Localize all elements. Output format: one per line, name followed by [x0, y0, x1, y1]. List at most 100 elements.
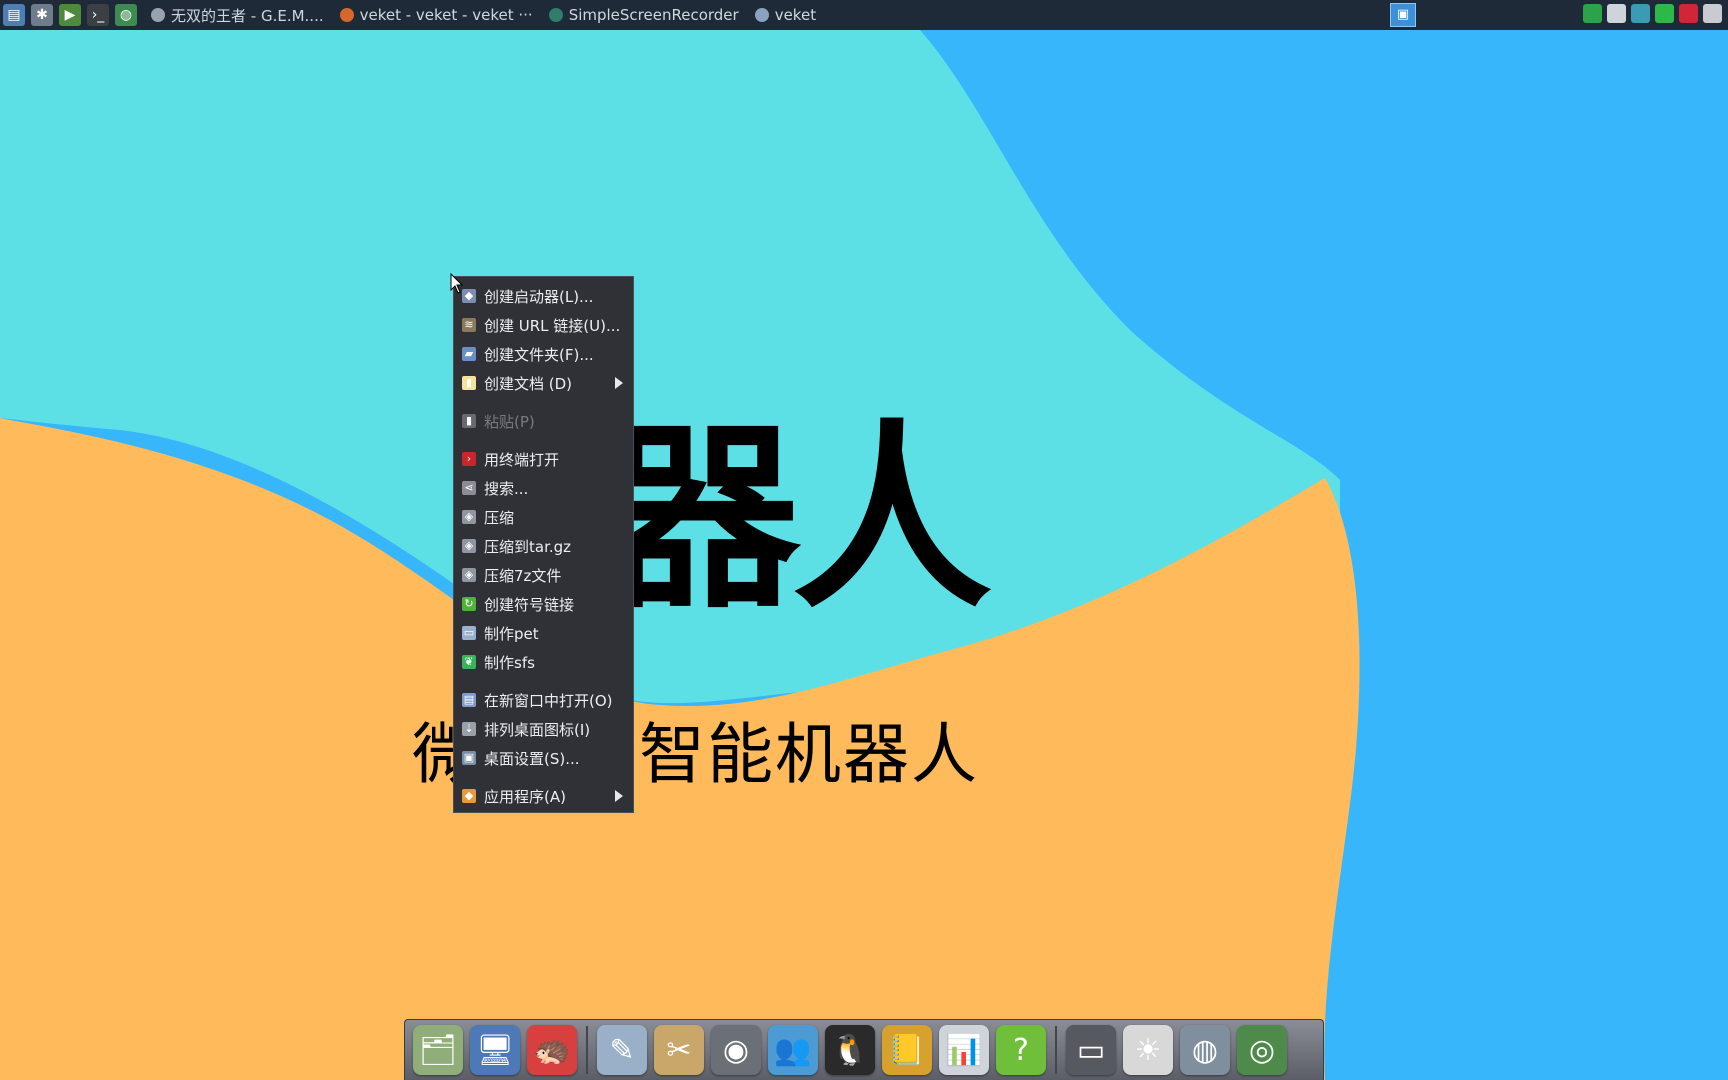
document-icon: ▮	[462, 376, 476, 390]
keyboard-icon[interactable]	[1703, 4, 1722, 23]
run-icon[interactable]: ▶	[59, 4, 81, 26]
new-window-icon: ▤	[462, 693, 476, 707]
menu-item-16[interactable]: ▤ 在新窗口中打开(O)	[454, 686, 633, 715]
monitor-icon[interactable]: 🖥	[470, 1025, 520, 1075]
settings-tools-icon[interactable]: ✱	[31, 4, 53, 26]
url-link-icon: ≋	[462, 318, 476, 332]
terminal-icon[interactable]: ›_	[87, 4, 109, 26]
submenu-arrow-icon	[615, 377, 623, 389]
menu-item-label: 制作pet	[484, 625, 539, 643]
menu-item-0[interactable]: ◆ 创建启动器(L)...	[454, 282, 633, 311]
desktop-context-menu: ◆ 创建启动器(L)... ≋ 创建 URL 链接(U)... ▰ 创建文件夹(F)...…	[453, 276, 634, 813]
symlink-icon: ↻	[462, 597, 476, 611]
dock-divider	[1055, 1026, 1057, 1074]
desktop-settings-icon: ▣	[462, 751, 476, 765]
menu-item-label: 应用程序(A)	[484, 788, 566, 806]
scanner-icon[interactable]: ▭	[1066, 1025, 1116, 1075]
system-monitor-icon[interactable]: ▤	[3, 4, 25, 26]
task-app-icon	[339, 8, 354, 22]
menu-item-11[interactable]: ◈ 压缩7z文件	[454, 561, 633, 590]
quick-launch: ▤ ✱ ▶ ›_ ◍	[0, 4, 137, 26]
menu-item-14[interactable]: ❦ 制作sfs	[454, 648, 633, 677]
menu-item-label: 创建 URL 链接(U)...	[484, 317, 621, 335]
menu-item-label: 压缩7z文件	[484, 567, 562, 585]
menu-item-3[interactable]: ▮ 创建文档 (D)	[454, 369, 633, 398]
brightness-icon[interactable]: ☀	[1123, 1025, 1173, 1075]
search-share-icon: ⋖	[462, 481, 476, 495]
menu-item-label: 用终端打开	[484, 451, 560, 469]
battery-icon[interactable]	[1655, 4, 1674, 23]
mascot-icon[interactable]: 🦔	[527, 1025, 577, 1075]
menu-item-9[interactable]: ◈ 压缩	[454, 503, 633, 532]
menu-item-10[interactable]: ◈ 压缩到tar.gz	[454, 532, 633, 561]
paste-icon: ▮	[462, 414, 476, 428]
menu-item-label: 粘贴(P)	[484, 413, 535, 431]
menu-item-2[interactable]: ▰ 创建文件夹(F)...	[454, 340, 633, 369]
make-sfs-icon: ❦	[462, 655, 476, 669]
task-app-icon	[754, 8, 769, 22]
menu-item-8[interactable]: ⋖ 搜索...	[454, 474, 633, 503]
menu-separator	[454, 773, 633, 782]
shield-icon[interactable]	[1583, 4, 1602, 23]
mouse-cursor-icon	[450, 273, 464, 294]
menu-item-label: 在新窗口中打开(O)	[484, 692, 613, 710]
task-label: veket	[774, 6, 817, 24]
wallpaper-headline: 器人	[600, 403, 992, 636]
taskbar-task-1[interactable]: veket - veket - veket ···	[332, 0, 541, 30]
menu-separator	[454, 398, 633, 407]
menu-item-7[interactable]: › 用终端打开	[454, 445, 633, 474]
menu-item-label: 创建文件夹(F)...	[484, 346, 594, 364]
task-label: SimpleScreenRecorder	[568, 6, 739, 24]
menu-item-12[interactable]: ↻ 创建符号链接	[454, 590, 633, 619]
menu-item-label: 搜索...	[484, 480, 529, 498]
menu-item-13[interactable]: ▭ 制作pet	[454, 619, 633, 648]
task-list: 无双的王者 - G.E.M.... veket - veket - veket ·…	[143, 0, 824, 30]
users-icon[interactable]: 👥	[768, 1025, 818, 1075]
task-label: veket - veket - veket ···	[359, 6, 533, 24]
taskbar-task-3[interactable]: veket	[747, 0, 824, 30]
applications-icon: ◆	[462, 789, 476, 803]
menu-item-18[interactable]: ▣ 桌面设置(S)...	[454, 744, 633, 773]
address-book-icon[interactable]: 📒	[882, 1025, 932, 1075]
folder-icon: ▰	[462, 347, 476, 361]
menu-separator	[454, 677, 633, 686]
top-taskbar: ▤ ✱ ▶ ›_ ◍ 无双的王者 - G.E.M.... veket - veket - …	[0, 0, 1728, 30]
menu-item-label: 创建符号链接	[484, 596, 575, 614]
launcher-icon: ◆	[462, 289, 476, 303]
menu-item-17[interactable]: ⇣ 排列桌面图标(I)	[454, 715, 633, 744]
dock-divider	[586, 1026, 588, 1074]
menu-separator	[454, 436, 633, 445]
browser-globe-icon[interactable]: ◍	[115, 4, 137, 26]
task-app-icon	[548, 8, 563, 22]
task-label: 无双的王者 - G.E.M....	[171, 6, 324, 25]
show-desktop-icon[interactable]: ▣	[1390, 3, 1416, 27]
qq-penguin-icon[interactable]: 🐧	[825, 1025, 875, 1075]
network-icon[interactable]	[1631, 4, 1650, 23]
spreadsheet-icon[interactable]: 📊	[939, 1025, 989, 1075]
taskbar-task-2[interactable]: SimpleScreenRecorder	[541, 0, 747, 30]
text-editor-icon[interactable]: ✎	[597, 1025, 647, 1075]
menu-item-1[interactable]: ≋ 创建 URL 链接(U)...	[454, 311, 633, 340]
make-pet-icon: ▭	[462, 626, 476, 640]
menu-item-label: 压缩到tar.gz	[484, 538, 572, 556]
menu-item-20[interactable]: ◆ 应用程序(A)	[454, 782, 633, 811]
compress-7z-icon: ◈	[462, 568, 476, 582]
taskbar-task-0[interactable]: 无双的王者 - G.E.M....	[143, 0, 332, 30]
menu-item-label: 制作sfs	[484, 654, 535, 672]
compress-icon: ◈	[462, 510, 476, 524]
bottom-dock: 🗂 🖥 🦔 ✎ ✂ ◉ 👥 🐧 📒 📊? ▭ ☀ ◍ ◎	[404, 1019, 1324, 1080]
task-app-icon	[151, 8, 165, 22]
submenu-arrow-icon	[615, 790, 623, 802]
menu-item-label: 创建文档 (D)	[484, 375, 573, 393]
clipboard-icon[interactable]	[1607, 4, 1626, 23]
record-icon[interactable]	[1679, 4, 1698, 23]
menu-item-label: 排列桌面图标(I)	[484, 721, 591, 739]
media-player-icon[interactable]: ◉	[711, 1025, 761, 1075]
help-icon[interactable]: ?	[996, 1025, 1046, 1075]
camera-lens-icon[interactable]: ◎	[1237, 1025, 1287, 1075]
file-manager-icon[interactable]: 🗂	[413, 1025, 463, 1075]
globe-icon[interactable]: ◍	[1180, 1025, 1230, 1075]
menu-item-label: 创建启动器(L)...	[484, 288, 594, 306]
paint-tools-icon[interactable]: ✂	[654, 1025, 704, 1075]
menu-item-label: 压缩	[484, 509, 515, 527]
